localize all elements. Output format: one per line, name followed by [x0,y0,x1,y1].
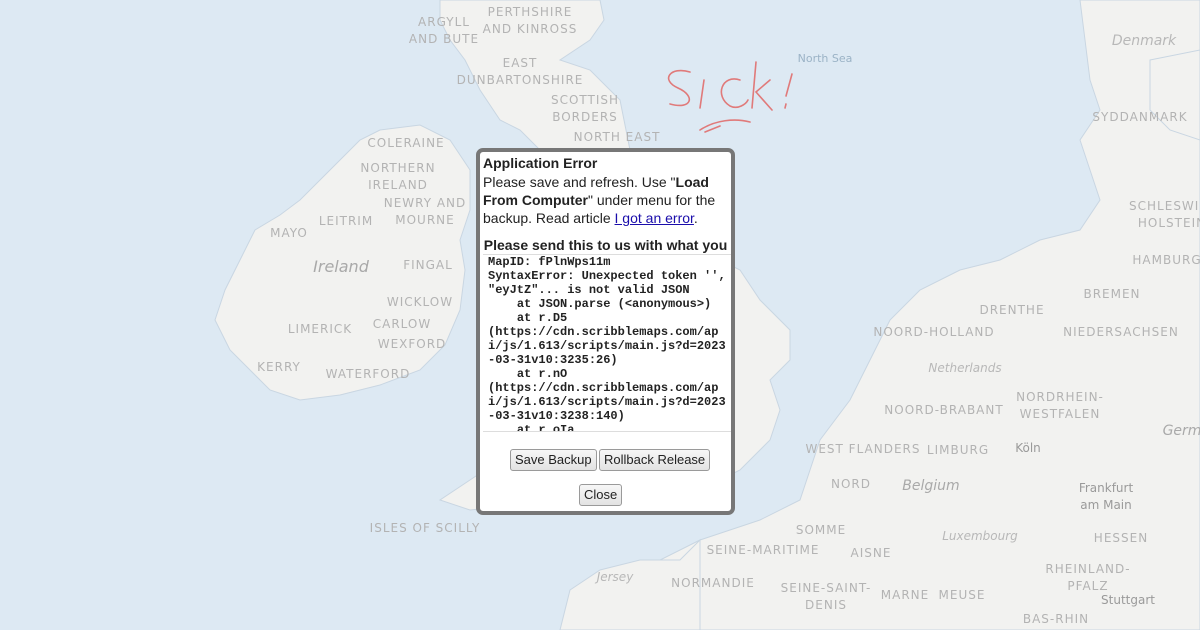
article-link[interactable]: I got an error [615,210,694,226]
message-text-end: . [693,210,698,226]
message-text-1: Please save and refresh. Use " [483,174,676,190]
rollback-release-button[interactable]: Rollback Release [599,449,711,471]
map-label-isles-of-scilly: ISLES OF SCILLY [369,521,481,535]
map-label-newry: NEWRY AND MOURNE [383,196,467,227]
map-label-aisne: AISNE [850,546,892,560]
map-label-fingal: FINGAL [403,258,453,272]
send-heading: Please send this to us with what you [483,237,728,253]
map-label-mayo: MAYO [270,226,308,240]
error-log-text[interactable]: MapID: fPlnWps11m SyntaxError: Unexpecte… [483,254,731,432]
map-label-frankfurt: Frankfurt am Main [1078,481,1134,512]
map-label-scottish-borders: SCOTTISH BORDERS [550,93,620,124]
map-label-nordrhein: NORDRHEIN- WESTFALEN [1016,390,1104,421]
map-label-somme: SOMME [795,523,847,537]
map-label-leitrim: LEITRIM [318,214,374,228]
map-label-drenthe: DRENTHE [979,303,1045,317]
map-label-meuse: MEUSE [938,588,986,602]
map-label-coleraine: COLERAINE [367,136,445,150]
map-label-carlow: CARLOW [372,317,432,331]
map-label-limerick: LIMERICK [287,322,353,336]
map-label-kerry: KERRY [257,360,301,374]
map-label-schleswig: SCHLESWIG-HOLSTEIN [1129,199,1200,230]
map-label-perthshire: PERTHSHIRE AND KINROSS [482,5,578,36]
map-label-luxembourg: Luxembourg [942,529,1018,543]
map-label-wexford: WEXFORD [377,337,447,351]
map-label-syddanmark: SYDDANMARK [1092,110,1188,124]
map-label-bas-rhin: BAS-RHIN [1022,612,1090,626]
map-label-wicklow: WICKLOW [386,295,454,309]
map-label-seine-saint-denis: SEINE-SAINT- DENIS [780,581,872,612]
map-label-ireland: Ireland [313,257,369,276]
dialog-title: Application Error [483,155,598,171]
save-backup-button[interactable]: Save Backup [510,449,597,471]
map-label-hessen: HESSEN [1093,531,1149,545]
map-label-northern-ireland: NORTHERN IRELAND [360,161,436,192]
map-label-hamburg: HAMBURG [1132,253,1200,267]
map-label-germany: Germ [1162,423,1200,439]
map-label-noord-brabant: NOORD-BRABANT [884,403,1004,417]
map-label-noord-holland: NOORD-HOLLAND [873,325,995,339]
map-label-netherlands: Netherlands [928,361,1002,375]
map-label-koln: Köln [1015,441,1041,455]
map-label-stuttgart: Stuttgart [1101,593,1155,607]
map-label-normandie: NORMANDIE [671,576,755,590]
map-label-niedersachsen: NIEDERSACHSEN [1063,325,1179,339]
map-label-nord: NORD [831,477,871,491]
map-label-north-east: NORTH EAST [573,130,661,144]
map-label-west-flanders: WEST FLANDERS [805,442,921,456]
map-label-denmark: Denmark [1111,33,1177,49]
application-error-dialog: Application Error Please save and refres… [476,148,735,515]
map-label-limburg: LIMBURG [926,443,990,457]
map-label-jersey: Jersey [596,570,634,584]
map-label-bremen: BREMEN [1083,287,1141,301]
map-label-east-dunbartonshire: EAST DUNBARTONSHIRE [456,56,584,87]
map-label-belgium: Belgium [902,478,960,494]
map-label-rheinland: RHEINLAND- PFALZ [1045,562,1131,593]
close-button[interactable]: Close [579,484,623,506]
map-label-north-sea: North Sea [797,52,853,65]
map-label-argyll: ARGYLL AND BUTE [408,15,480,46]
map-label-waterford: WATERFORD [325,367,411,381]
map-label-marne: MARNE [880,588,930,602]
dialog-message: Please save and refresh. Use "Load From … [483,173,729,227]
map-label-seine-maritime: SEINE-MARITIME [706,543,820,557]
